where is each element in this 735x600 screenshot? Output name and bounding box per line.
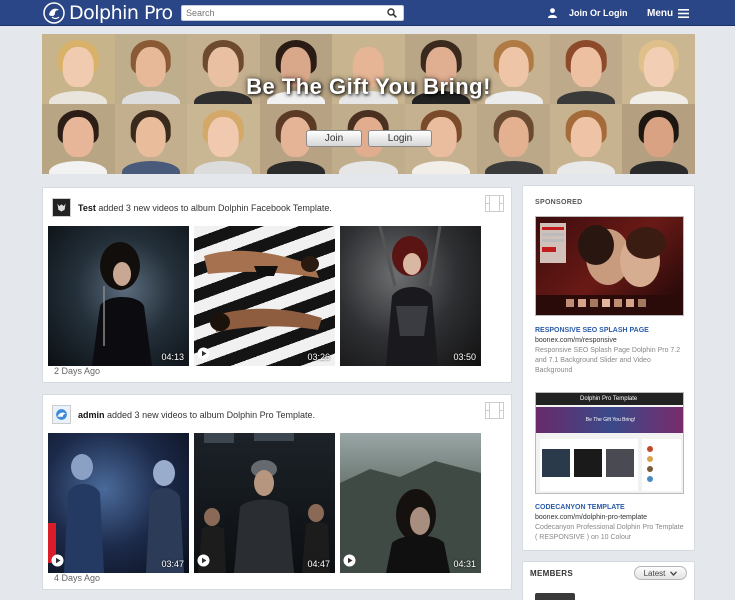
activity-text: Test added 3 new videos to album Dolphin… xyxy=(78,203,332,213)
hero-join-button[interactable]: Join xyxy=(306,130,362,147)
sort-label: Latest xyxy=(643,568,666,578)
activity-header: Test added 3 new videos to album Dolphin… xyxy=(52,198,332,217)
activity-card: admin added 3 new videos to album Dolphi… xyxy=(42,394,512,590)
hamburger-icon xyxy=(678,8,690,18)
avatar[interactable] xyxy=(52,405,71,424)
brand-logo[interactable]: Dolphin Pro xyxy=(43,2,173,24)
activity-time: 4 Days Ago xyxy=(54,573,101,583)
mini-banner: Be The Gift You Bring! xyxy=(536,407,683,433)
video-thumbnail[interactable]: 03:47 xyxy=(48,433,189,573)
menu-label: Menu xyxy=(647,7,674,19)
member-avatar[interactable] xyxy=(535,593,575,600)
search-input[interactable] xyxy=(182,8,372,18)
member-photo xyxy=(477,104,550,174)
activity-time: 2 Days Ago xyxy=(54,366,101,376)
video-duration: 03:26 xyxy=(307,352,330,362)
video-thumbnails: 03:47 04:47 04:31 xyxy=(48,433,481,573)
top-navigation-bar: Dolphin Pro Join Or Login Menu xyxy=(0,0,735,26)
mini-title: Be The Gift You Bring! xyxy=(585,417,636,423)
chevron-down-icon xyxy=(670,570,678,576)
menu-button[interactable]: Menu xyxy=(647,0,690,26)
film-icon xyxy=(485,402,504,419)
video-still xyxy=(92,242,152,366)
activity-action: added 3 new videos to album Dolphin Pro … xyxy=(107,409,315,420)
member-photo xyxy=(622,104,695,174)
video-thumbnail[interactable]: 04:13 xyxy=(48,226,189,366)
activity-card: Test added 3 new videos to album Dolphin… xyxy=(42,187,512,383)
video-still xyxy=(48,454,184,573)
avatar[interactable] xyxy=(52,198,71,217)
play-icon[interactable] xyxy=(197,554,210,567)
mini-header: Dolphin Pro Template xyxy=(536,393,683,405)
member-photo xyxy=(549,104,623,174)
join-or-login-label: Join Or Login xyxy=(569,8,628,18)
video-duration: 04:31 xyxy=(453,559,476,569)
activity-user-link[interactable]: admin xyxy=(78,410,105,420)
play-icon[interactable] xyxy=(343,554,356,567)
user-icon xyxy=(548,8,557,18)
play-icon[interactable] xyxy=(51,554,64,567)
ad-description: Responsive SEO Splash Page Dolphin Pro 7… xyxy=(535,347,681,374)
ad-url[interactable]: boonex.com/m/responsive xyxy=(535,337,617,344)
member-photo xyxy=(187,104,260,174)
sponsored-heading: SPONSORED xyxy=(535,199,583,206)
video-duration: 03:50 xyxy=(453,352,476,362)
video-still xyxy=(204,250,322,332)
hero-login-button[interactable]: Login xyxy=(368,130,432,147)
ad-image[interactable] xyxy=(535,216,684,316)
activity-user-link[interactable]: Test xyxy=(78,203,96,213)
video-duration: 03:47 xyxy=(161,559,184,569)
mini-content xyxy=(540,439,681,491)
video-duration: 04:13 xyxy=(161,352,184,362)
search-box xyxy=(181,5,404,21)
film-icon xyxy=(485,195,504,212)
members-sort-dropdown[interactable]: Latest xyxy=(634,566,687,580)
ad-title-link[interactable]: CODECANYON TEMPLATE xyxy=(535,504,625,511)
brand-name: Dolphin Pro xyxy=(69,2,173,24)
video-duration: 04:47 xyxy=(307,559,330,569)
sponsored-panel: SPONSORED RESPONSIVE SEO SPLASH PAGE boo… xyxy=(522,185,695,551)
ad-preview xyxy=(536,223,683,315)
ad-description: Codecanyon Professional Dolphin Pro Temp… xyxy=(535,524,684,541)
video-still xyxy=(198,433,330,573)
mini-brand: Dolphin Pro Template xyxy=(580,396,638,402)
dolphin-logo-icon xyxy=(43,2,65,24)
activity-header: admin added 3 new videos to album Dolphi… xyxy=(52,405,315,424)
video-thumbnail[interactable]: 04:31 xyxy=(340,433,481,573)
members-heading: MEMBERS xyxy=(530,569,573,578)
hero-title: Be The Gift You Bring! xyxy=(246,74,491,99)
members-panel: MEMBERS Latest xyxy=(522,561,695,600)
ad-url[interactable]: boonex.com/m/dolphin-pro-template xyxy=(535,514,647,521)
hero-banner: Be The Gift You Bring! Join Login xyxy=(42,34,695,174)
member-photo xyxy=(42,104,115,174)
video-thumbnail[interactable]: 03:26 xyxy=(194,226,335,366)
ad-title-link[interactable]: RESPONSIVE SEO SPLASH PAGE xyxy=(535,327,649,334)
video-still xyxy=(340,461,481,573)
activity-text: admin added 3 new videos to album Dolphi… xyxy=(78,410,315,420)
play-icon[interactable] xyxy=(197,347,210,360)
video-still xyxy=(378,226,442,366)
member-photo xyxy=(114,104,188,174)
join-or-login-link[interactable]: Join Or Login xyxy=(548,0,628,26)
video-thumbnails: 04:13 03:26 03:50 xyxy=(48,226,481,366)
video-thumbnail[interactable]: 03:50 xyxy=(340,226,481,366)
video-thumbnail[interactable]: 04:47 xyxy=(194,433,335,573)
search-icon[interactable] xyxy=(387,8,397,18)
ad-image[interactable]: Dolphin Pro Template Be The Gift You Bri… xyxy=(535,392,684,494)
activity-action: added 3 new videos to album Dolphin Face… xyxy=(98,202,332,213)
